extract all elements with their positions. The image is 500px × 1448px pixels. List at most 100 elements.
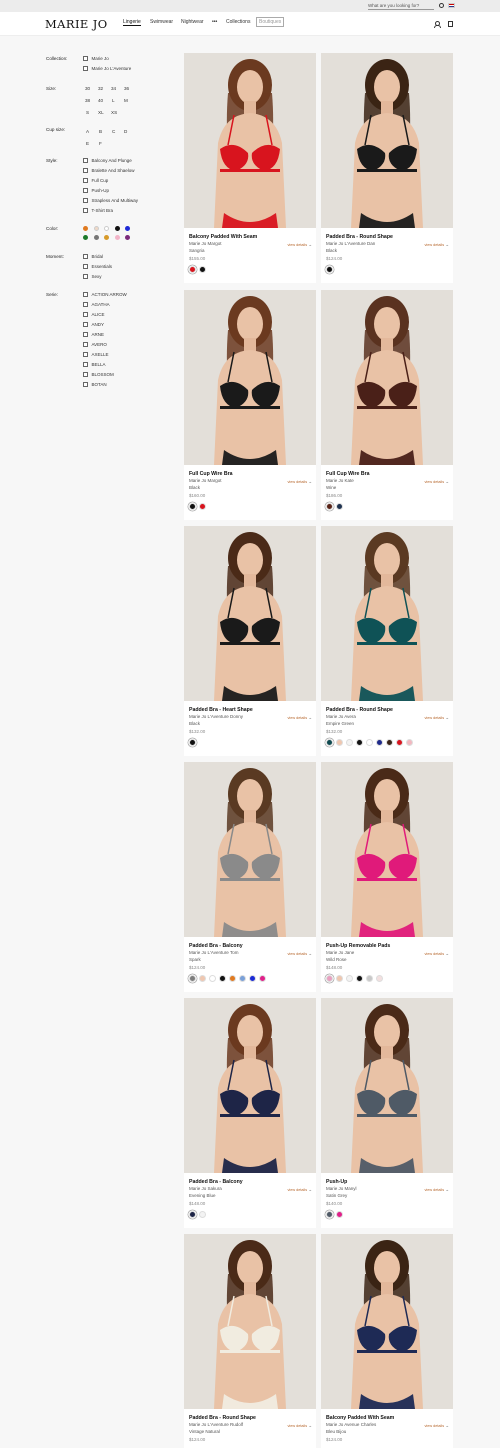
- size-option[interactable]: 38: [85, 98, 90, 103]
- filter-option[interactable]: ANDY: [83, 322, 104, 327]
- checkbox[interactable]: [83, 362, 88, 367]
- checkbox[interactable]: [83, 382, 88, 387]
- size-option[interactable]: XS: [111, 110, 117, 115]
- filter-option[interactable]: BLOSSOM: [83, 372, 114, 377]
- color-swatch[interactable]: [336, 975, 343, 982]
- view-details-link[interactable]: view details →: [425, 716, 450, 720]
- checkbox[interactable]: [83, 168, 88, 173]
- product-card[interactable]: Balcony Padded With Seam Marie Jo Avenue …: [321, 1234, 453, 1448]
- filter-option[interactable]: Bralette And Shaelow: [83, 168, 135, 173]
- color-filter-swatch[interactable]: [114, 235, 120, 240]
- color-filter-swatch[interactable]: [83, 235, 88, 240]
- product-image[interactable]: [184, 1234, 316, 1409]
- filter-option[interactable]: Essentials: [83, 264, 112, 269]
- filter-option[interactable]: BELLA: [83, 362, 106, 367]
- color-swatch[interactable]: [346, 739, 353, 746]
- color-swatch[interactable]: [346, 975, 353, 982]
- color-filter-swatch[interactable]: [125, 226, 130, 231]
- product-image[interactable]: [184, 762, 316, 937]
- cup-option[interactable]: F: [99, 141, 102, 146]
- product-card[interactable]: Padded Bra - Round Shape Marie Jo L'Avent…: [184, 1234, 316, 1448]
- filter-option[interactable]: BOTAN: [83, 382, 107, 387]
- nav-lingerie[interactable]: Lingerie: [123, 19, 141, 26]
- color-filter-swatch[interactable]: [114, 226, 120, 231]
- size-option[interactable]: 34: [111, 86, 116, 91]
- color-swatch[interactable]: [219, 975, 226, 982]
- color-swatch[interactable]: [326, 503, 333, 510]
- filter-option[interactable]: Push-Up: [83, 188, 109, 193]
- product-image[interactable]: [321, 762, 453, 937]
- size-option[interactable]: XL: [98, 110, 104, 115]
- user-icon[interactable]: [433, 21, 441, 29]
- nav-collections[interactable]: Collections: [226, 19, 250, 25]
- cup-option[interactable]: A: [86, 129, 89, 134]
- checkbox[interactable]: [83, 56, 88, 61]
- checkbox[interactable]: [83, 372, 88, 377]
- checkbox[interactable]: [83, 312, 88, 317]
- filter-option[interactable]: Bridal: [83, 254, 103, 259]
- logo[interactable]: MARIE JO: [45, 17, 108, 31]
- view-details-link[interactable]: view details →: [288, 480, 313, 484]
- product-image[interactable]: [184, 526, 316, 701]
- checkbox[interactable]: [83, 66, 88, 71]
- product-image[interactable]: [184, 53, 316, 228]
- color-swatch[interactable]: [356, 975, 363, 982]
- color-filter-swatch[interactable]: [93, 235, 99, 240]
- product-card[interactable]: Padded Bra - Round Shape Marie Jo Avera Em…: [321, 526, 453, 756]
- view-details-link[interactable]: view details →: [425, 480, 450, 484]
- color-swatch[interactable]: [189, 266, 196, 273]
- color-filter-swatch[interactable]: [83, 226, 88, 231]
- product-card[interactable]: Padded Bra - Balcony Marie Jo L'Aventure …: [184, 762, 316, 992]
- color-swatch[interactable]: [326, 1211, 333, 1218]
- checkbox[interactable]: [83, 352, 88, 357]
- product-image[interactable]: [321, 290, 453, 465]
- filter-option[interactable]: Sexy: [83, 274, 102, 279]
- color-filter-swatch[interactable]: [93, 226, 99, 231]
- cup-option[interactable]: C: [112, 129, 115, 134]
- filter-option[interactable]: Strapless And Multiway: [83, 198, 138, 203]
- view-details-link[interactable]: view details →: [288, 243, 313, 247]
- bag-icon[interactable]: [448, 21, 453, 27]
- size-option[interactable]: 30: [85, 86, 90, 91]
- color-swatch[interactable]: [239, 975, 246, 982]
- color-filter-swatch[interactable]: [125, 235, 130, 240]
- color-swatch[interactable]: [386, 739, 393, 746]
- color-filter-swatch[interactable]: [104, 235, 109, 240]
- product-card[interactable]: Full Cup Wire Bra Marie Jo Margot Black $16…: [184, 290, 316, 520]
- view-details-link[interactable]: view details →: [288, 716, 313, 720]
- product-card[interactable]: Push-Up Marie Jo Manyl Satin Grey $140.00 vi…: [321, 998, 453, 1228]
- size-option[interactable]: 36: [124, 86, 129, 91]
- filter-option[interactable]: ALICE: [83, 312, 105, 317]
- view-details-link[interactable]: view details →: [288, 1188, 313, 1192]
- size-option[interactable]: 32: [98, 86, 103, 91]
- cup-option[interactable]: D: [124, 129, 127, 134]
- size-option[interactable]: M: [124, 98, 128, 103]
- color-swatch[interactable]: [189, 503, 196, 510]
- view-details-link[interactable]: view details →: [425, 952, 450, 956]
- view-details-link[interactable]: view details →: [288, 1424, 313, 1428]
- view-details-link[interactable]: view details →: [425, 1424, 450, 1428]
- filter-option[interactable]: Balcony And Plunge: [83, 158, 132, 163]
- color-swatch[interactable]: [199, 975, 206, 982]
- product-image[interactable]: [184, 998, 316, 1173]
- color-swatch[interactable]: [376, 739, 383, 746]
- nav-nightwear[interactable]: Nightwear: [181, 19, 204, 25]
- product-image[interactable]: [321, 526, 453, 701]
- checkbox[interactable]: [83, 254, 88, 259]
- product-image[interactable]: [321, 998, 453, 1173]
- more-icon[interactable]: •••: [212, 19, 217, 25]
- product-card[interactable]: Balcony Padded With Seam Marie Jo Margot S…: [184, 53, 316, 283]
- checkbox[interactable]: [83, 322, 88, 327]
- flag-icon[interactable]: [448, 3, 455, 8]
- filter-option[interactable]: Full Cup: [83, 178, 108, 183]
- filter-option[interactable]: AVERO: [83, 342, 107, 347]
- color-swatch[interactable]: [189, 975, 196, 982]
- color-swatch[interactable]: [209, 975, 216, 982]
- checkbox[interactable]: [83, 158, 88, 163]
- product-card[interactable]: Push-Up Removable Pads Marie Jo Jane Wild …: [321, 762, 453, 992]
- color-swatch[interactable]: [189, 1211, 196, 1218]
- checkbox[interactable]: [83, 342, 88, 347]
- color-swatch[interactable]: [406, 739, 413, 746]
- product-image[interactable]: [321, 53, 453, 228]
- checkbox[interactable]: [83, 188, 88, 193]
